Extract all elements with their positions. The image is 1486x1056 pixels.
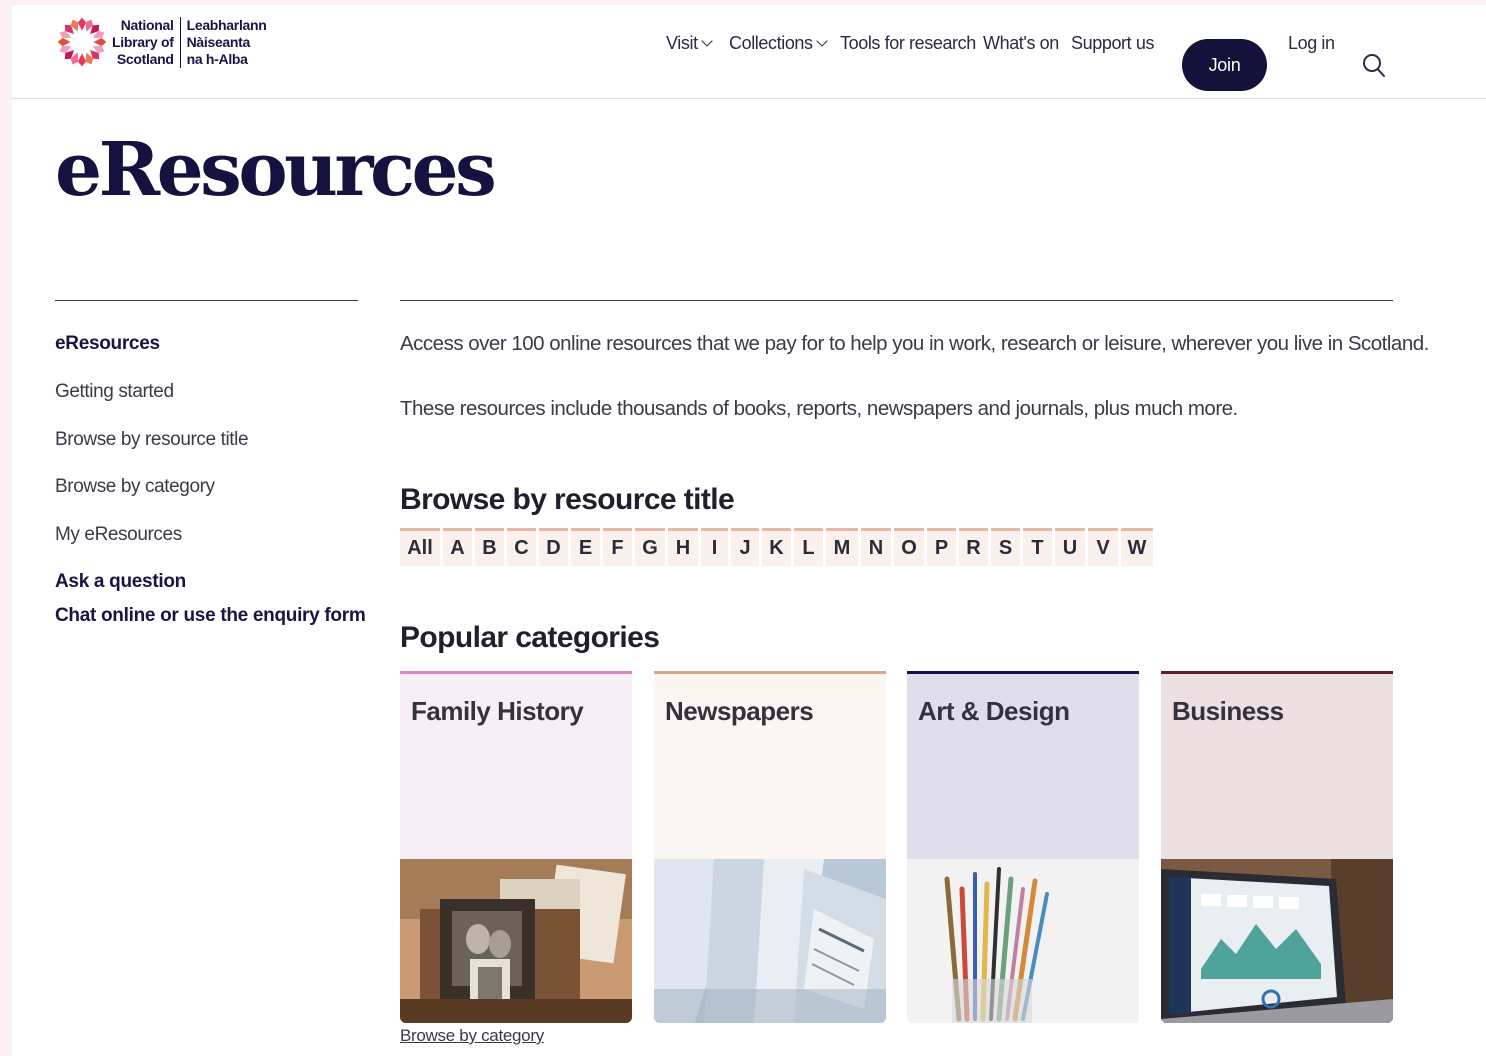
category-card-business[interactable]: Business [1161, 671, 1393, 1023]
category-card-title: Family History [411, 696, 584, 726]
letter-k[interactable]: K [762, 528, 791, 566]
letter-f[interactable]: F [603, 528, 632, 566]
nav-tools-for-research[interactable]: Tools for research [840, 33, 976, 54]
alphabet-filter: All A B C D E F G H I J K L M N O P R S … [400, 528, 1156, 566]
nav-collections[interactable]: Collections [729, 33, 828, 54]
letter-s[interactable]: S [991, 528, 1020, 566]
login-link[interactable]: Log in [1288, 33, 1335, 54]
sidebar-item-eresources[interactable]: eResources [55, 333, 160, 355]
letter-b[interactable]: B [475, 528, 504, 566]
letter-p[interactable]: P [927, 528, 956, 566]
nav-support-us[interactable]: Support us [1071, 33, 1154, 54]
sidebar-item-getting-started[interactable]: Getting started [55, 381, 174, 403]
browse-title-heading: Browse by resource title [400, 483, 735, 516]
nav-visit-label: Visit [666, 33, 698, 53]
ask-question-heading: Ask a question [55, 571, 186, 592]
nav-collections-label: Collections [729, 33, 813, 53]
letter-g[interactable]: G [635, 528, 665, 566]
search-icon[interactable] [1362, 53, 1386, 79]
page-edge-strip [0, 0, 12, 1056]
letter-l[interactable]: L [794, 528, 823, 566]
letter-r[interactable]: R [959, 528, 988, 566]
category-card-newspapers[interactable]: Newspapers [654, 671, 886, 1023]
nav-whats-on[interactable]: What's on [983, 33, 1059, 54]
letter-a[interactable]: A [443, 528, 472, 566]
category-card-title: Newspapers [665, 696, 814, 726]
letter-c[interactable]: C [507, 528, 536, 566]
chevron-down-icon [815, 35, 828, 47]
letter-o[interactable]: O [894, 528, 924, 566]
category-card-family-history[interactable]: Family History [400, 671, 632, 1023]
category-card-title: Art & Design [918, 696, 1070, 726]
enquiry-form-link[interactable]: Chat online or use the enquiry form [55, 605, 366, 627]
site-header: National Library of Scotland Leabharlann… [12, 5, 1486, 99]
letter-all[interactable]: All [400, 528, 440, 566]
letter-w[interactable]: W [1121, 528, 1153, 566]
letter-t[interactable]: T [1023, 528, 1052, 566]
content-divider [400, 300, 1393, 301]
letter-i[interactable]: I [701, 528, 728, 566]
browse-by-category-link[interactable]: Browse by category [400, 1026, 544, 1046]
category-card-title: Business [1172, 696, 1284, 726]
letter-h[interactable]: H [668, 528, 698, 566]
business-photo [1161, 859, 1393, 1023]
art-design-photo [907, 859, 1139, 1023]
popular-categories-heading: Popular categories [400, 621, 660, 654]
main-nav: Visit Collections Tools for research Wha… [12, 29, 1486, 91]
sidebar-item-my-eresources[interactable]: My eResources [55, 524, 182, 546]
letter-m[interactable]: M [826, 528, 858, 566]
newspapers-photo [654, 859, 886, 1023]
letter-e[interactable]: E [571, 528, 600, 566]
letter-u[interactable]: U [1055, 528, 1085, 566]
category-card-art-design[interactable]: Art & Design [907, 671, 1139, 1023]
page-title: eResources [55, 127, 497, 213]
letter-n[interactable]: N [861, 528, 891, 566]
intro-paragraph-2: These resources include thousands of boo… [400, 397, 1238, 420]
intro-paragraph: Access over 100 online resources that we… [400, 332, 1429, 355]
family-history-photo [400, 859, 632, 1023]
sidebar-item-browse-category[interactable]: Browse by category [55, 476, 215, 498]
join-button[interactable]: Join [1182, 39, 1267, 91]
sidebar-divider [55, 300, 358, 301]
chevron-down-icon [701, 35, 713, 47]
letter-v[interactable]: V [1088, 528, 1118, 566]
letter-d[interactable]: D [539, 528, 568, 566]
letter-j[interactable]: J [731, 528, 759, 566]
sidebar-item-browse-title[interactable]: Browse by resource title [55, 429, 249, 451]
nav-visit[interactable]: Visit [666, 33, 713, 54]
